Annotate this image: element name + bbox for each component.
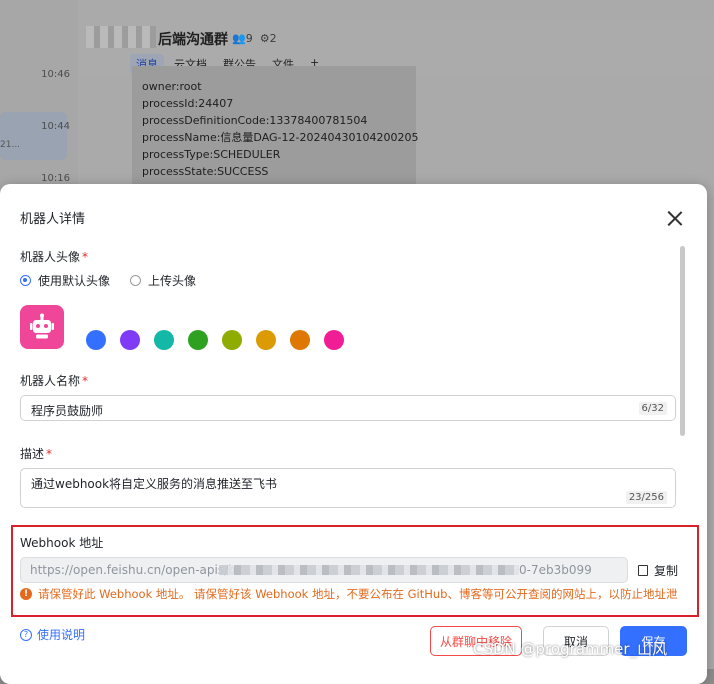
bot-name-input[interactable]: 程序员鼓励师 6/32	[20, 395, 676, 421]
color-swatch[interactable]	[120, 330, 140, 350]
group-title: 后端沟通群	[158, 32, 228, 48]
chat-preview: 21...	[0, 140, 21, 150]
message-line: processDefinitionCode:13378400781504	[142, 114, 368, 127]
chat-time: 10:44	[41, 121, 70, 132]
scrollbar[interactable]	[680, 246, 685, 436]
help-link[interactable]: ? 使用说明	[20, 626, 85, 643]
bot-icon: ⚙	[259, 32, 270, 45]
webhook-url-redacted	[219, 565, 519, 575]
help-label: 使用说明	[37, 628, 86, 642]
description-label-text: 描述	[20, 447, 45, 461]
description-counter: 23/256	[625, 491, 667, 504]
copy-button[interactable]: 复制	[638, 562, 678, 579]
name-label-text: 机器人名称	[20, 374, 81, 388]
color-swatch[interactable]	[324, 330, 344, 350]
bot-avatar	[20, 305, 64, 349]
warning-text: 请保管好此 Webhook 地址。 请保管好该 Webhook 地址，不要公布在…	[38, 587, 678, 601]
close-icon[interactable]	[664, 208, 686, 230]
group-meta: 👥9 ⚙2	[232, 32, 277, 45]
message-line: processName:信息量DAG-12-20240430104200205	[142, 131, 419, 144]
name-counter: 6/32	[638, 402, 667, 415]
description-label: 描述 *	[20, 445, 52, 462]
avatar-color-swatches	[86, 330, 344, 350]
radio-default-avatar[interactable]	[20, 275, 31, 286]
required-mark: *	[82, 250, 89, 264]
required-mark: *	[82, 374, 89, 388]
webhook-warning: ! 请保管好此 Webhook 地址。 请保管好该 Webhook 地址，不要公…	[20, 586, 677, 602]
message-line: processState:SUCCESS	[142, 165, 269, 178]
member-count: 9	[245, 32, 253, 45]
bot-details-dialog: 机器人详情 机器人头像* 使用默认头像 上传头像 机器人名称* 程序员鼓励师	[0, 184, 707, 684]
watermark: CSDN @programmer_山风	[473, 640, 668, 658]
message-line: owner:root	[142, 80, 202, 93]
group-avatar	[86, 26, 156, 48]
message-text: owner:root processId:24407 processDefini…	[142, 78, 418, 180]
required-mark: *	[46, 447, 53, 461]
color-swatch[interactable]	[188, 330, 208, 350]
description-textarea[interactable]: 通过webhook将自定义服务的消息推送至飞书 23/256	[20, 468, 676, 508]
webhook-url-start: https://open.feishu.cn/open-apis/b	[30, 563, 236, 577]
bot-name-value: 程序员鼓励师	[31, 404, 104, 418]
name-label: 机器人名称 *	[20, 372, 88, 389]
color-swatch[interactable]	[154, 330, 174, 350]
warning-icon: !	[20, 588, 32, 600]
members-icon: 👥	[232, 32, 246, 45]
robot-icon	[30, 313, 54, 339]
copy-icon	[638, 565, 648, 576]
help-icon: ?	[20, 628, 32, 641]
description-value: 通过webhook将自定义服务的消息推送至飞书	[31, 477, 278, 491]
dialog-title: 机器人详情	[20, 212, 86, 227]
color-swatch[interactable]	[290, 330, 310, 350]
avatar-label-text: 机器人头像	[20, 250, 81, 264]
color-swatch[interactable]	[222, 330, 242, 350]
webhook-url-end: 0-7eb3b099	[519, 563, 592, 577]
color-swatch[interactable]	[86, 330, 106, 350]
chat-time: 10:16	[41, 173, 70, 184]
avatar-label: 机器人头像 *	[20, 248, 88, 265]
avatar-options: 使用默认头像 上传头像	[20, 272, 216, 289]
copy-label: 复制	[654, 564, 679, 578]
color-swatch[interactable]	[256, 330, 276, 350]
radio-upload-avatar[interactable]	[130, 275, 142, 286]
message-line: processType:SCHEDULER	[142, 148, 281, 161]
upload-avatar-label[interactable]: 上传头像	[148, 272, 196, 289]
chat-list-item-selected	[0, 112, 67, 160]
bot-count: 2	[269, 32, 277, 45]
webhook-label: Webhook 地址	[20, 536, 104, 550]
message-line: processId:24407	[142, 97, 234, 110]
chat-time: 10:46	[41, 69, 70, 80]
default-avatar-label[interactable]: 使用默认头像	[38, 272, 110, 289]
webhook-url-field[interactable]: https://open.feishu.cn/open-apis/b 0-7eb…	[20, 557, 628, 583]
